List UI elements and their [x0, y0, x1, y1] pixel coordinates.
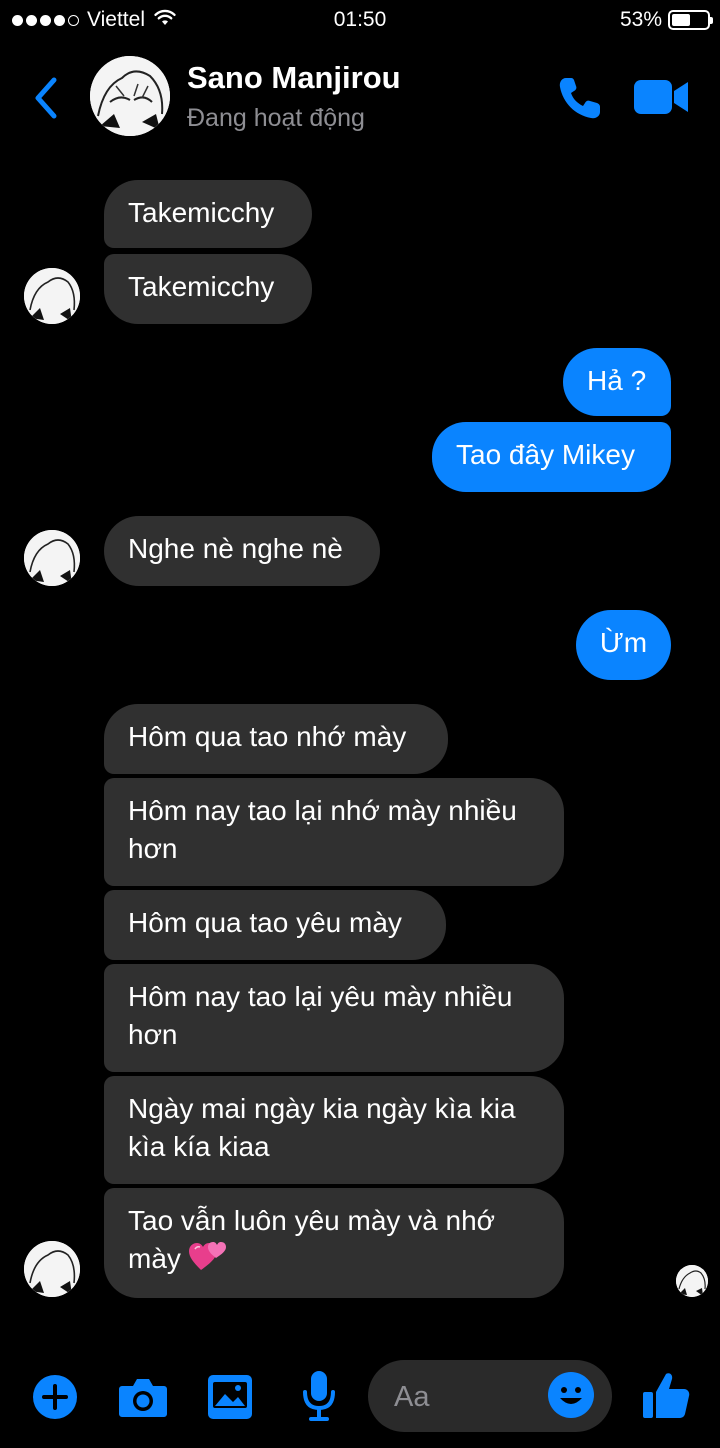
video-call-button[interactable]	[632, 76, 690, 118]
image-icon	[208, 1375, 252, 1419]
contact-active-status: Đang hoạt động	[187, 104, 365, 132]
video-camera-icon	[634, 80, 688, 114]
message-bubble-outgoing[interactable]: Hả ?	[563, 348, 671, 416]
smiley-icon	[549, 1373, 593, 1417]
microphone-icon	[303, 1371, 335, 1421]
message-input-container	[368, 1360, 612, 1432]
sender-avatar[interactable]	[24, 268, 80, 324]
chevron-left-icon	[35, 77, 57, 119]
message-bubble-outgoing[interactable]: Ừm	[576, 610, 671, 680]
thumbs-up-icon	[643, 1373, 690, 1418]
battery-icon	[668, 10, 713, 30]
camera-button[interactable]	[118, 1376, 168, 1418]
status-right: 53%	[619, 8, 713, 32]
read-receipt-avatar	[676, 1265, 708, 1297]
back-button[interactable]	[26, 70, 66, 126]
message-bubble-incoming[interactable]: Takemicchy	[104, 180, 312, 248]
message-bubble-incoming[interactable]: Hôm qua tao yêu mày	[104, 890, 446, 960]
battery-fill	[672, 14, 690, 26]
message-bubble-incoming[interactable]: Takemicchy	[104, 254, 312, 324]
message-bubble-incoming[interactable]: Hôm nay tao lại nhớ mày nhiều hơn	[104, 778, 564, 886]
plus-circle-icon	[33, 1375, 77, 1419]
message-bubble-incoming[interactable]: Nghe nè nghe nè	[104, 516, 380, 586]
message-bubble-incoming[interactable]: Tao vẫn luôn yêu mày và nhớ mày	[104, 1188, 564, 1298]
status-bar: Viettel 01:50 53%	[0, 0, 720, 40]
camera-icon	[119, 1379, 167, 1417]
voice-call-button[interactable]	[556, 74, 606, 122]
sender-avatar[interactable]	[24, 530, 80, 586]
contact-name: Sano Manjirou	[187, 60, 401, 95]
chat-header: Sano Manjirou Đang hoạt động	[0, 50, 720, 150]
phone-icon	[559, 78, 600, 119]
messenger-chat-screen: Viettel 01:50 53% Sano Manjirou Đang hoạ…	[0, 0, 720, 1448]
message-bubble-incoming[interactable]: Hôm nay tao lại yêu mày nhiều hơn	[104, 964, 564, 1072]
voice-message-button[interactable]	[302, 1370, 336, 1422]
emoji-button[interactable]	[548, 1372, 594, 1418]
like-button[interactable]	[640, 1370, 692, 1422]
message-bubble-incoming[interactable]: Hôm qua tao nhớ mày	[104, 704, 448, 774]
battery-percent: 53%	[619, 8, 662, 31]
message-bubble-incoming[interactable]: Ngày mai ngày kia ngày kìa kia kìa kía k…	[104, 1076, 564, 1184]
message-bubble-outgoing[interactable]: Tao đây Mikey	[432, 422, 671, 492]
message-text: Tao vẫn luôn yêu mày và nhớ mày	[128, 1205, 503, 1274]
gallery-button[interactable]	[207, 1374, 253, 1420]
message-input[interactable]	[392, 1374, 546, 1420]
status-time: 01:50	[333, 8, 387, 31]
contact-avatar[interactable]	[90, 56, 170, 136]
more-actions-button[interactable]	[32, 1374, 78, 1420]
two-hearts-emoji-icon	[188, 1240, 227, 1282]
sender-avatar[interactable]	[24, 1241, 80, 1297]
message-composer-toolbar	[0, 1350, 720, 1448]
